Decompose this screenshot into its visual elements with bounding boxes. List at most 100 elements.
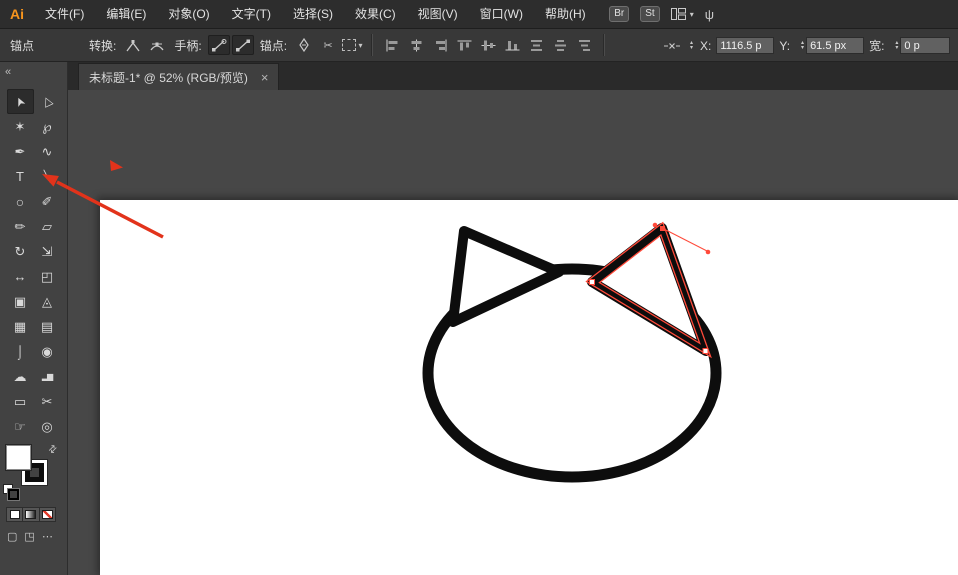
menu-item-4[interactable]: 选择(S) bbox=[282, 0, 344, 28]
close-icon[interactable]: × bbox=[261, 70, 269, 85]
chevron-down-icon: ▾ bbox=[689, 9, 694, 19]
workspace-switcher[interactable]: ▾ bbox=[670, 8, 694, 20]
draw-normal-mode-icon[interactable]: ▢ bbox=[7, 530, 17, 543]
swap-fill-stroke-icon[interactable]: ⇄ bbox=[46, 443, 60, 457]
convert-to-smooth-icon[interactable] bbox=[146, 35, 168, 55]
convert-to-corner-icon[interactable] bbox=[122, 35, 144, 55]
none-button[interactable] bbox=[39, 508, 55, 521]
x-position-input[interactable] bbox=[716, 37, 775, 54]
scale-tool[interactable]: ⇲ bbox=[34, 239, 61, 264]
width-tool[interactable]: ↔ bbox=[7, 264, 34, 289]
document-tab[interactable]: 未标题-1* @ 52% (RGB/预览) × bbox=[78, 63, 280, 90]
paintbrush-tool[interactable]: ✐ bbox=[34, 189, 61, 214]
direct-selection-tool-icon: ▷ bbox=[38, 94, 56, 109]
align-right-icon[interactable] bbox=[429, 35, 451, 55]
menu-item-0[interactable]: 文件(F) bbox=[34, 0, 95, 28]
pen-tool-icon: ✒ bbox=[14, 143, 26, 159]
menu-item-6[interactable]: 视图(V) bbox=[407, 0, 469, 28]
type-tool-icon: T bbox=[16, 169, 24, 184]
workspace-grid-icon bbox=[670, 8, 686, 20]
curvature-tool[interactable]: ∿ bbox=[34, 139, 61, 164]
paint-mode-buttons bbox=[6, 507, 56, 522]
align-middle-icon[interactable] bbox=[477, 35, 499, 55]
align-bottom-icon[interactable] bbox=[501, 35, 523, 55]
rotate-tool-icon: ↻ bbox=[14, 243, 26, 259]
free-transform-tool[interactable]: ◰ bbox=[34, 264, 61, 289]
menu-item-8[interactable]: 帮助(H) bbox=[534, 0, 597, 28]
y-position-input[interactable] bbox=[806, 37, 865, 54]
gradient-tool[interactable]: ▤ bbox=[34, 314, 61, 339]
cut-path-icon[interactable]: ✂ bbox=[317, 35, 339, 55]
eyedropper-tool[interactable]: ⌡ bbox=[7, 339, 34, 364]
handle-point bbox=[705, 249, 711, 255]
distribute-top-icon[interactable] bbox=[525, 35, 547, 55]
menu-item-2[interactable]: 对象(O) bbox=[157, 0, 220, 28]
pencil-tool-icon: ✏ bbox=[14, 218, 26, 234]
show-handles-icon[interactable] bbox=[207, 35, 230, 55]
plug-icon[interactable]: ψ bbox=[705, 7, 714, 22]
remove-anchor-icon[interactable] bbox=[293, 35, 315, 55]
stock-button[interactable]: St bbox=[640, 6, 660, 22]
y-stepper[interactable]: ▴ ▾ bbox=[801, 40, 804, 51]
width-input[interactable] bbox=[900, 37, 951, 54]
width-stepper[interactable]: ▴ ▾ bbox=[895, 40, 898, 51]
menu-bar: Ai 文件(F) 编辑(E) 对象(O) 文字(T) 选择(S) 效果(C) 视图(V) 窗口… bbox=[0, 0, 958, 29]
graph-tool[interactable]: ▂▆ bbox=[34, 364, 61, 389]
fill-stroke-widget: ⇄ bbox=[0, 443, 67, 500]
slice-tool[interactable]: ✂ bbox=[34, 389, 61, 414]
type-tool[interactable]: T bbox=[7, 164, 34, 189]
symbol-sprayer-tool[interactable]: ☁ bbox=[7, 364, 34, 389]
hand-tool[interactable]: ☞ bbox=[7, 414, 34, 439]
mesh-tool[interactable]: ▦ bbox=[7, 314, 34, 339]
line-segment-tool[interactable]: ╲ bbox=[34, 164, 61, 189]
align-top-icon[interactable] bbox=[453, 35, 475, 55]
rotate-tool[interactable]: ↻ bbox=[7, 239, 34, 264]
graph-tool-icon: ▂▆ bbox=[41, 372, 53, 381]
menu-bar-right: Br St ▾ ψ bbox=[609, 6, 958, 22]
line-segment-tool-icon: ╲ bbox=[43, 171, 51, 183]
reference-point-icon[interactable] bbox=[661, 36, 683, 56]
bridge-button[interactable]: Br bbox=[609, 6, 630, 22]
ellipse-tool[interactable]: ○ bbox=[7, 189, 34, 214]
eraser-tool[interactable]: ▱ bbox=[34, 214, 61, 239]
selection-tool[interactable]: ➤ bbox=[6, 89, 34, 114]
hand-tool-icon: ☞ bbox=[14, 418, 26, 434]
convert-label: 转换: bbox=[89, 38, 117, 53]
distribute-bottom-icon[interactable] bbox=[573, 35, 595, 55]
hide-handles-icon[interactable] bbox=[231, 35, 254, 55]
perspective-grid-tool[interactable]: ◬ bbox=[34, 289, 61, 314]
zoom-tool[interactable]: ◎ bbox=[34, 414, 61, 439]
align-center-icon[interactable] bbox=[405, 35, 427, 55]
align-left-icon[interactable] bbox=[381, 35, 403, 55]
canvas[interactable] bbox=[68, 90, 958, 575]
width-label: 宽: bbox=[869, 39, 885, 53]
default-fill-stroke-icon[interactable] bbox=[3, 484, 19, 500]
draw-inside-mode-icon[interactable]: ◳ bbox=[24, 530, 34, 543]
artboard-tool[interactable]: ▭ bbox=[7, 389, 34, 414]
gradient-button[interactable] bbox=[23, 508, 40, 521]
collapse-panel-icon[interactable]: « bbox=[0, 62, 67, 82]
anchors-label: 锚点: bbox=[259, 38, 288, 53]
menu-item-5[interactable]: 效果(C) bbox=[344, 0, 407, 28]
pen-tool[interactable]: ✒ bbox=[7, 139, 34, 164]
handle-point bbox=[652, 222, 658, 228]
menu-item-3[interactable]: 文字(T) bbox=[221, 0, 282, 28]
screen-mode-icon[interactable]: ⋯ bbox=[42, 530, 53, 543]
distribute-center-icon[interactable] bbox=[549, 35, 571, 55]
color-button[interactable] bbox=[7, 508, 24, 521]
menu-item-1[interactable]: 编辑(E) bbox=[95, 0, 157, 28]
isolate-selection-icon[interactable]: ▾ bbox=[341, 35, 363, 55]
fill-color-swatch[interactable] bbox=[6, 445, 31, 470]
direct-selection-tool[interactable]: ▷ bbox=[34, 89, 61, 114]
x-stepper[interactable]: ▴ ▾ bbox=[690, 40, 693, 51]
eraser-tool-icon: ▱ bbox=[42, 218, 52, 234]
control-bar: 锚点 转换: 手柄: 锚点: ✂ ▾ ▴ ▾ X: 1116.5 p Y: ▴ … bbox=[0, 29, 958, 62]
selection-tool-icon: ➤ bbox=[11, 93, 29, 110]
pencil-tool[interactable]: ✏ bbox=[7, 214, 34, 239]
lasso-tool[interactable]: ℘ bbox=[34, 114, 61, 139]
menu-item-7[interactable]: 窗口(W) bbox=[469, 0, 534, 28]
blend-tool[interactable]: ◉ bbox=[34, 339, 61, 364]
shape-builder-tool[interactable]: ▣ bbox=[7, 289, 34, 314]
menu-items: 文件(F) 编辑(E) 对象(O) 文字(T) 选择(S) 效果(C) 视图(V) 窗口(W)… bbox=[34, 0, 597, 28]
magic-wand-tool[interactable]: ✶ bbox=[7, 114, 34, 139]
